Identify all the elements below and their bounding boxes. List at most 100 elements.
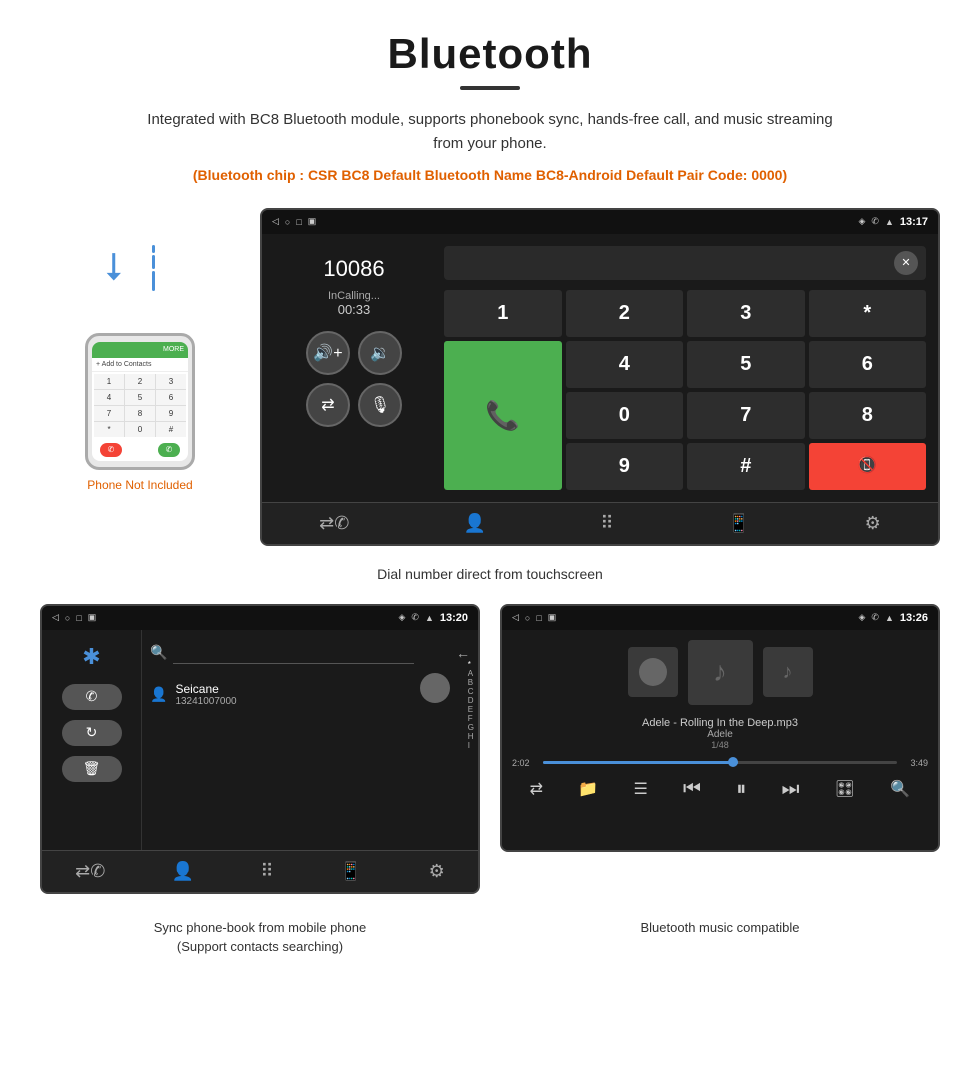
phonebook-screen-block: ◁ ○ □ ▣ ◈ ✆ ▲ 13:20 ✱ bbox=[40, 604, 480, 894]
time-current: 2:02 bbox=[512, 758, 537, 768]
equalizer-icon[interactable]: 🎛 bbox=[835, 779, 855, 799]
time-total: 3:49 bbox=[903, 758, 928, 768]
keypad-key-5[interactable]: 5 bbox=[687, 341, 805, 388]
keypad-key-1[interactable]: 1 bbox=[444, 290, 562, 337]
keypad-key-8[interactable]: 8 bbox=[809, 392, 927, 439]
pb-refresh-icon: ↻ bbox=[86, 724, 98, 741]
artist-name: Adele bbox=[512, 729, 928, 740]
phonebook-android-screen: ◁ ○ □ ▣ ◈ ✆ ▲ 13:20 ✱ bbox=[40, 604, 480, 894]
statusbar-right: ◈ ✆ ▲ 13:17 bbox=[858, 216, 928, 228]
small-album-right: ♪ bbox=[763, 647, 813, 697]
transfer-button[interactable]: ⇄ bbox=[306, 383, 350, 427]
pb-nav-phone[interactable]: ⇄✆ bbox=[75, 861, 105, 882]
phone-key-9: 9 bbox=[156, 406, 186, 421]
pb-bluetooth-icon: ✱ bbox=[82, 644, 100, 670]
phone-add-contact-label: + Add to Contacts bbox=[92, 358, 188, 372]
dial-controls: 🔊+ 🔉 ⇄ 🎙 bbox=[306, 331, 402, 427]
next-track-button[interactable]: ⏭ bbox=[782, 778, 800, 801]
track-count: 1/48 bbox=[512, 740, 928, 750]
phone-keypad-mini: 1 2 3 4 5 6 7 8 9 * 0 # bbox=[94, 374, 186, 437]
music-statusbar-right: ◈ ✆ ▲ 13:26 bbox=[858, 612, 928, 624]
phone-key-hash: # bbox=[156, 422, 186, 437]
pb-nav-sms[interactable]: 📱 bbox=[340, 861, 362, 882]
dial-navbar: ⇄✆ 👤 ⠿ 📱 ⚙ bbox=[262, 502, 938, 544]
nav-settings[interactable]: ⚙ bbox=[865, 513, 881, 534]
nav-sms[interactable]: 📱 bbox=[728, 513, 750, 534]
music-caption: Bluetooth music compatible bbox=[500, 918, 940, 957]
keypad-key-3[interactable]: 3 bbox=[687, 290, 805, 337]
keypad-key-0[interactable]: 0 bbox=[566, 392, 684, 439]
volume-up-button[interactable]: 🔊+ bbox=[306, 331, 350, 375]
bluetooth-icon-area: ⭣ bbox=[95, 238, 185, 318]
keypad-key-hash[interactable]: # bbox=[687, 443, 805, 490]
pb-backspace-icon[interactable]: ← bbox=[456, 645, 470, 661]
location-icon: ◈ bbox=[858, 216, 865, 227]
keypad-key-6[interactable]: 6 bbox=[809, 341, 927, 388]
contact-number: 13241007000 bbox=[175, 696, 236, 707]
phone-key-8: 8 bbox=[125, 406, 155, 421]
keypad-key-9[interactable]: 9 bbox=[566, 443, 684, 490]
pb-home-icon: ○ bbox=[65, 613, 70, 623]
phone-key-3: 3 bbox=[156, 374, 186, 389]
phone-key-1: 1 bbox=[94, 374, 124, 389]
pb-refresh-button[interactable]: ↻ bbox=[62, 720, 122, 746]
pb-location-icon: ◈ bbox=[398, 612, 405, 623]
pb-nav-dialpad[interactable]: ⠿ bbox=[260, 861, 273, 882]
volume-up-icon: 🔊+ bbox=[313, 343, 342, 363]
phone-key-7: 7 bbox=[94, 406, 124, 421]
phonebook-main: 🔍 ← 👤 Seicane 13241007000 bbox=[142, 630, 478, 850]
alpha-g: G bbox=[468, 723, 474, 732]
pb-call-button[interactable]: ✆ bbox=[62, 684, 122, 710]
phone-call-button: ✆ bbox=[158, 443, 180, 457]
nav-contacts[interactable]: 👤 bbox=[464, 513, 486, 534]
music-screenshot-icon: ▣ bbox=[548, 612, 557, 623]
incalling-status: InCalling... bbox=[328, 290, 380, 302]
music-location-icon: ◈ bbox=[858, 612, 865, 623]
album-circle-left bbox=[639, 658, 667, 686]
title-section: Bluetooth Integrated with BC8 Bluetooth … bbox=[40, 30, 940, 188]
progress-bar[interactable] bbox=[543, 761, 897, 764]
dial-android-screen: ◁ ○ □ ▣ ◈ ✆ ▲ 13:17 10086 InCalling... bbox=[260, 208, 940, 546]
phonebook-statusbar: ◁ ○ □ ▣ ◈ ✆ ▲ 13:20 bbox=[42, 606, 478, 630]
nav-phone-transfer[interactable]: ⇄✆ bbox=[319, 513, 349, 534]
music-track-info: Adele - Rolling In the Deep.mp3 Adele 1/… bbox=[512, 717, 928, 750]
keypad-key-2[interactable]: 2 bbox=[566, 290, 684, 337]
keypad-end-button[interactable]: 📵 bbox=[809, 443, 927, 490]
play-pause-button[interactable]: ⏸ bbox=[736, 778, 746, 801]
folder-icon[interactable]: 📁 bbox=[578, 779, 598, 799]
phone-illustration: ⭣ MORE + Add to Contacts 1 2 3 4 5 bbox=[40, 208, 240, 492]
music-statusbar: ◁ ○ □ ▣ ◈ ✆ ▲ 13:26 bbox=[502, 606, 938, 630]
pb-back-icon: ◁ bbox=[52, 612, 59, 623]
music-home-icon: ○ bbox=[525, 613, 530, 623]
dial-delete-button[interactable]: ✕ bbox=[894, 251, 918, 275]
nav-dialpad[interactable]: ⠿ bbox=[600, 513, 613, 534]
pb-nav-contacts[interactable]: 👤 bbox=[172, 861, 194, 882]
keypad-key-star[interactable]: * bbox=[809, 290, 927, 337]
phone-screen: MORE + Add to Contacts 1 2 3 4 5 6 7 8 9… bbox=[92, 342, 188, 461]
pb-contact-info: Seicane 13241007000 bbox=[175, 682, 236, 707]
alpha-h: H bbox=[468, 732, 474, 741]
phonebook-search-input[interactable] bbox=[173, 642, 414, 664]
music-screen-block: ◁ ○ □ ▣ ◈ ✆ ▲ 13:26 bbox=[500, 604, 940, 894]
search-music-icon[interactable]: 🔍 bbox=[890, 779, 910, 799]
pb-recent-icon: □ bbox=[76, 613, 81, 623]
music-note-main: ♪ bbox=[713, 656, 727, 688]
music-back-icon: ◁ bbox=[512, 612, 519, 623]
dial-left-panel: 10086 InCalling... 00:33 🔊+ 🔉 ⇄ bbox=[274, 246, 434, 490]
shuffle-icon[interactable]: ⇄ bbox=[530, 779, 543, 799]
playlist-icon[interactable]: ☰ bbox=[633, 779, 647, 799]
pb-delete-button[interactable]: 🗑 bbox=[62, 756, 122, 782]
phonebook-caption-line2: (Support contacts searching) bbox=[177, 939, 343, 954]
volume-down-button[interactable]: 🔉 bbox=[358, 331, 402, 375]
back-nav-icon: ◁ bbox=[272, 216, 279, 227]
bottom-screens: ◁ ○ □ ▣ ◈ ✆ ▲ 13:20 ✱ bbox=[40, 604, 940, 894]
home-nav-icon: ○ bbox=[285, 217, 290, 227]
phone-key-4: 4 bbox=[94, 390, 124, 405]
keypad-key-4[interactable]: 4 bbox=[566, 341, 684, 388]
volume-down-icon: 🔉 bbox=[370, 343, 390, 363]
pb-nav-settings[interactable]: ⚙ bbox=[429, 861, 445, 882]
keypad-key-7[interactable]: 7 bbox=[687, 392, 805, 439]
keypad-call-button[interactable]: 📞 bbox=[444, 341, 562, 490]
mute-button[interactable]: 🎙 bbox=[358, 383, 402, 427]
prev-track-button[interactable]: ⏮ bbox=[683, 778, 701, 801]
